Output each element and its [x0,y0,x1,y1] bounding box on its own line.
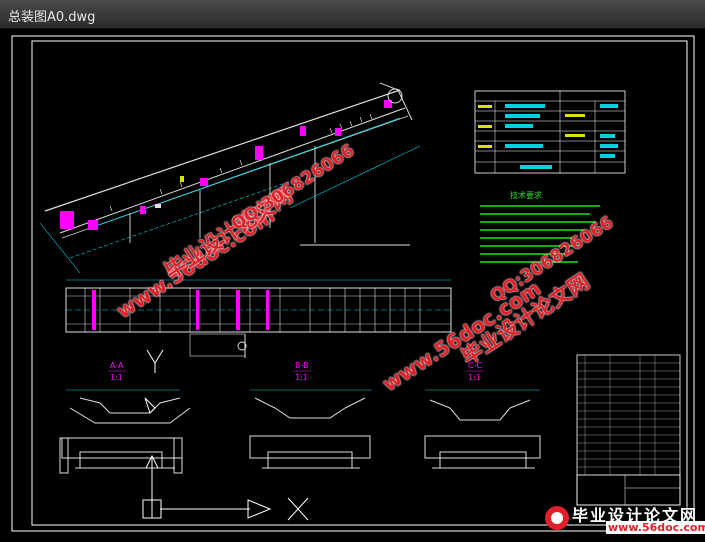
window-title: 总装图A0.dwg [8,10,96,25]
section-scale-b: 1:1 [295,373,308,382]
section-scale-a: 1:1 [110,373,123,382]
window-titlebar: 总装图A0.dwg [0,0,705,29]
tech-notes-title: 技术要求 [510,190,542,200]
section-view-c: C-C 1:1 [424,361,541,469]
drawing-canvas[interactable]: 技术要求 A-A 1:1 B-B 1:1 C-C 1:1 www.56doc.c… [0,28,705,538]
outer-frame [11,35,695,532]
section-label-a: A-A [110,361,124,370]
logo-url: www.56doc.com [606,521,705,534]
ucs-icon [142,454,162,519]
cad-drawing: 技术要求 A-A 1:1 B-B 1:1 C-C 1:1 [11,35,695,532]
logo-mark-icon [545,506,569,530]
site-logo: 毕业设计论文网 www.56doc.com [540,500,705,536]
section-label-b: B-B [295,361,309,370]
section-scale-c: 1:1 [468,373,481,382]
parameter-table [474,90,626,174]
section-view-b: B-B 1:1 [249,361,372,469]
tail-drive [60,211,74,229]
section-view-a: A-A 1:1 [59,349,191,474]
parts-list [576,354,681,506]
view-arrow-symbol [160,497,309,521]
